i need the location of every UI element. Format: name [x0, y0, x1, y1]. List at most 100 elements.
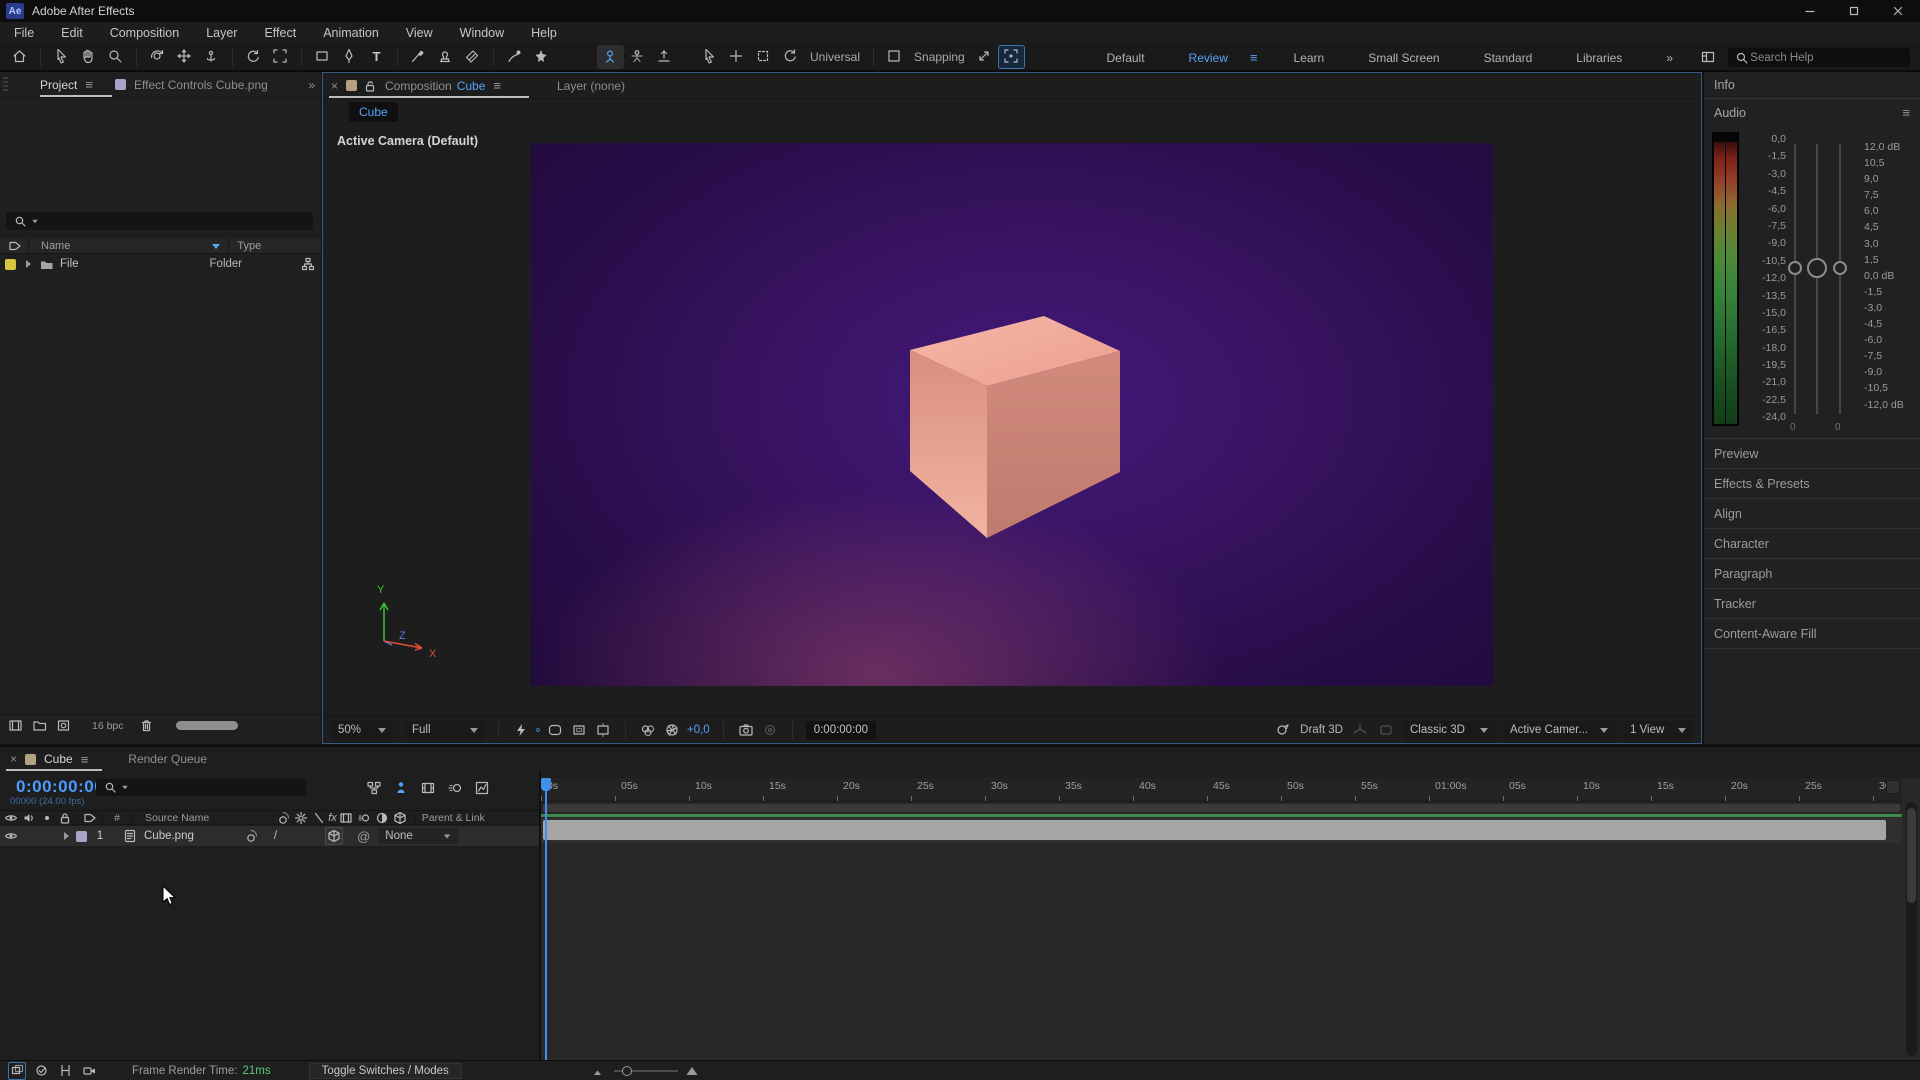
- audio-slider-master[interactable]: [1816, 144, 1818, 414]
- toggle-switches-modes-button[interactable]: Toggle Switches / Modes: [309, 1063, 462, 1079]
- view-camera-dropdown[interactable]: Active Camer...: [1503, 721, 1615, 740]
- menu-item[interactable]: Edit: [61, 26, 83, 40]
- menu-item[interactable]: Animation: [323, 26, 379, 40]
- panel-info[interactable]: Info: [1704, 72, 1920, 99]
- scrollbar-thumb[interactable]: [1907, 808, 1916, 903]
- workspace-review-menu-icon[interactable]: ≡: [1250, 50, 1258, 65]
- view-layout-dropdown[interactable]: 1 View: [1623, 721, 1693, 740]
- camera-wireframe-icon[interactable]: [80, 1062, 98, 1080]
- maximize-button[interactable]: [1832, 0, 1876, 22]
- name-column-header[interactable]: Name: [41, 240, 70, 252]
- zoom-tool[interactable]: [102, 45, 129, 69]
- audio-slider-left[interactable]: [1794, 144, 1796, 414]
- composition-viewport[interactable]: [531, 143, 1493, 686]
- project-panel-menu-icon[interactable]: ≡: [85, 77, 93, 92]
- new-composition-icon[interactable]: [54, 717, 72, 735]
- menu-item[interactable]: View: [406, 26, 433, 40]
- interpret-footage-icon[interactable]: [6, 717, 24, 735]
- playhead-handle[interactable]: [541, 778, 551, 791]
- workspace-default[interactable]: Default: [1107, 51, 1145, 65]
- audio-knob-master[interactable]: [1807, 258, 1827, 278]
- collapse-transformations-icon[interactable]: [292, 809, 310, 827]
- tab-project[interactable]: Project: [40, 78, 77, 92]
- live-update-icon[interactable]: [8, 1062, 26, 1080]
- pen-tool[interactable]: [336, 45, 363, 69]
- collapsed-panel-header[interactable]: Effects & Presets: [1704, 469, 1920, 499]
- gizmo-mode-label[interactable]: Universal: [810, 50, 860, 64]
- graph-editor-icon[interactable]: [473, 779, 491, 797]
- layer-source-name[interactable]: Cube.png: [144, 830, 194, 842]
- composition-mini-flowchart-icon[interactable]: [365, 779, 383, 797]
- channel-rgb-icon[interactable]: [639, 721, 657, 739]
- adjustment-layer-switch-icon[interactable]: [373, 809, 391, 827]
- collapsed-panel-header[interactable]: Tracker: [1704, 589, 1920, 619]
- layer-track-row[interactable]: [541, 818, 1902, 843]
- menu-item[interactable]: Composition: [110, 26, 179, 40]
- collapsed-panel-header[interactable]: Content-Aware Fill: [1704, 619, 1920, 649]
- layer-shy-icon[interactable]: [242, 827, 260, 845]
- comp-marker-bin[interactable]: [1886, 780, 1900, 794]
- workspace-libraries[interactable]: Libraries: [1576, 51, 1622, 65]
- menu-item[interactable]: Help: [531, 26, 557, 40]
- timeline-vertical-scrollbar[interactable]: [1906, 802, 1917, 1056]
- draft-3d-button[interactable]: Draft 3D: [1300, 724, 1343, 736]
- layer-duration-bar[interactable]: [543, 820, 1886, 840]
- manage-workspaces-icon[interactable]: [1695, 46, 1722, 70]
- snapping-checkbox[interactable]: [881, 45, 908, 69]
- orbit-cursor-tool[interactable]: [144, 45, 171, 69]
- universal-gizmo-arrow[interactable]: [696, 45, 723, 69]
- selection-tool[interactable]: [48, 45, 75, 69]
- quality-switch-icon[interactable]: [310, 809, 328, 827]
- solo-column-icon[interactable]: [38, 809, 56, 827]
- renderer-dropdown[interactable]: Classic 3D: [1403, 721, 1495, 740]
- workspace-standard[interactable]: Standard: [1484, 51, 1533, 65]
- video-column-icon[interactable]: [2, 809, 20, 827]
- rotate-gizmo-icon[interactable]: [777, 45, 804, 69]
- work-area-strip[interactable]: [541, 802, 1902, 814]
- rotation-tool[interactable]: [240, 45, 267, 69]
- playhead[interactable]: [545, 778, 547, 1060]
- zoom-slider-track[interactable]: [614, 1070, 678, 1072]
- show-snapshot-icon[interactable]: [761, 721, 779, 739]
- panel-audio[interactable]: Audio ≡: [1704, 99, 1920, 126]
- label-column-icon[interactable]: [6, 237, 24, 255]
- comp-panel-menu-icon[interactable]: ≡: [493, 78, 501, 93]
- lock-column-icon[interactable]: [56, 809, 74, 827]
- draft-3d-icon[interactable]: [1274, 721, 1292, 739]
- frame-blend-switch-icon[interactable]: [337, 809, 355, 827]
- help-search-box[interactable]: [1728, 48, 1910, 67]
- minimize-button[interactable]: [1788, 0, 1832, 22]
- home-icon[interactable]: [6, 45, 33, 69]
- scale-gizmo-icon[interactable]: [750, 45, 777, 69]
- audio-knob-left[interactable]: [1788, 261, 1802, 275]
- mask-visibility-icon[interactable]: [546, 721, 564, 739]
- menu-item[interactable]: File: [14, 26, 34, 40]
- help-search-input[interactable]: [1750, 52, 1904, 64]
- workspace-review[interactable]: Review: [1189, 51, 1228, 65]
- draft-3d-toggle-icon[interactable]: [392, 779, 410, 797]
- comp-timecode[interactable]: 0:00:00:00: [806, 721, 876, 740]
- comp-tab-name[interactable]: Cube: [457, 79, 486, 93]
- timeline-search-box[interactable]: [96, 779, 306, 796]
- layer-quality-toggle[interactable]: /: [274, 830, 277, 842]
- source-name-column-header[interactable]: Source Name: [145, 812, 209, 824]
- type-tool[interactable]: T: [363, 45, 390, 69]
- close-button[interactable]: [1876, 0, 1920, 22]
- clone-stamp-tool[interactable]: [432, 45, 459, 69]
- tab-layer-viewer[interactable]: Layer (none): [557, 79, 625, 93]
- layer-3d-switch[interactable]: [325, 827, 343, 845]
- label-column-icon[interactable]: [81, 809, 99, 827]
- motion-blur-switch-icon[interactable]: [355, 809, 373, 827]
- resolution-dropdown[interactable]: Full: [405, 721, 485, 740]
- collapsed-panel-header[interactable]: Paragraph: [1704, 559, 1920, 589]
- roto-brush-tool[interactable]: [501, 45, 528, 69]
- zoom-slider-knob[interactable]: [622, 1066, 632, 1076]
- draft-mode-icon[interactable]: [32, 1062, 50, 1080]
- close-comp-tab-icon[interactable]: ×: [331, 79, 338, 93]
- menu-item[interactable]: Layer: [206, 26, 237, 40]
- exposure-value[interactable]: +0,0: [687, 724, 710, 736]
- tab-timeline-cube[interactable]: Cube: [44, 752, 73, 766]
- audio-slider-right[interactable]: [1839, 144, 1841, 414]
- layer-visibility-eye-icon[interactable]: [2, 827, 20, 845]
- shy-switch-icon[interactable]: [274, 809, 292, 827]
